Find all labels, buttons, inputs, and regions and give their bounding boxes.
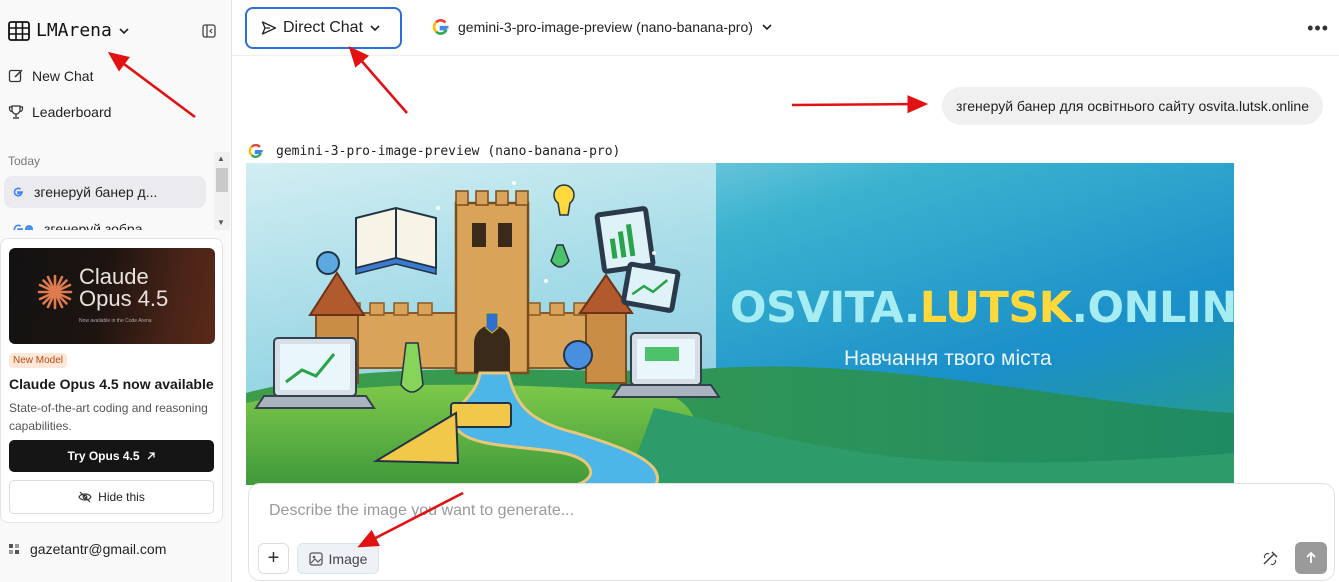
history-item[interactable]: згенеруй зобра: [4, 213, 206, 230]
arrow-up-icon: [1306, 551, 1316, 563]
history-scrollbar[interactable]: ▲ ▼: [214, 152, 230, 230]
history-item[interactable]: згенеруй банер д...: [4, 176, 206, 208]
hide-promo-label: Hide this: [98, 490, 145, 504]
collapse-sidebar-icon[interactable]: [202, 24, 216, 38]
scroll-down-icon[interactable]: ▼: [217, 218, 225, 227]
edit-icon: [8, 68, 24, 84]
user-message-bubble: згенеруй банер для освітнього сайту osvi…: [942, 87, 1323, 125]
eye-off-icon: [78, 491, 92, 503]
new-chat-label: New Chat: [32, 68, 94, 84]
history-item-label: згенеруй банер д...: [34, 184, 158, 200]
banner-title-part1: OSVITA.: [730, 283, 920, 333]
app-window: LMArena New Chat Leaderboard Today згене…: [0, 0, 1339, 582]
response-model-label: gemini-3-pro-image-preview (nano-banana-…: [248, 143, 620, 159]
section-today-label: Today: [8, 154, 41, 168]
account-email: gazetantr@gmail.com: [30, 541, 167, 557]
google-icon: [432, 18, 450, 36]
model-name: gemini-3-pro-image-preview (nano-banana-…: [458, 19, 753, 35]
banner-title-part2: LUTSK: [919, 283, 1072, 333]
trophy-icon: [8, 104, 24, 120]
promo-title: Claude Opus 4.5 now available: [9, 376, 214, 392]
image-mode-chip[interactable]: Image: [297, 543, 379, 574]
chevron-down-icon: [118, 25, 130, 37]
promo-image-subtitle: Now available in the Code Arena: [79, 318, 152, 324]
enhance-prompt-icon[interactable]: [1261, 548, 1281, 568]
chat-history-list: Today згенеруй банер д... згенеруй зобра: [0, 150, 231, 230]
image-icon: [308, 551, 323, 566]
try-opus-button[interactable]: Try Opus 4.5: [9, 440, 214, 472]
scroll-up-icon[interactable]: ▲: [217, 154, 225, 163]
arrow-up-right-icon: [146, 451, 156, 461]
model-selector[interactable]: gemini-3-pro-image-preview (nano-banana-…: [432, 18, 773, 36]
brand-menu[interactable]: LMArena: [8, 20, 130, 41]
promo-description: State-of-the-art coding and reasoning ca…: [9, 401, 208, 433]
chevron-down-icon: [369, 22, 381, 34]
history-item-label: згенеруй зобра: [44, 221, 143, 230]
avatar-icon: [8, 543, 20, 555]
main-area: Direct Chat gemini-3-pro-image-preview (…: [232, 0, 1339, 582]
new-model-badge: New Model: [9, 353, 68, 368]
mode-label: Direct Chat: [283, 19, 364, 36]
leaderboard-label: Leaderboard: [32, 104, 112, 120]
banner-title: OSVITA.LUTSK.ONLINE: [730, 283, 1234, 333]
claude-star-icon: [37, 274, 73, 310]
google-icon: [248, 143, 264, 159]
prompt-input[interactable]: Describe the image you want to generate.…: [269, 502, 574, 520]
promo-image-title-line2: Opus 4.5: [79, 286, 169, 311]
sidebar: LMArena New Chat Leaderboard Today згене…: [0, 0, 232, 582]
top-bar: Direct Chat gemini-3-pro-image-preview (…: [232, 0, 1339, 56]
leaderboard-button[interactable]: Leaderboard: [8, 104, 111, 120]
send-button[interactable]: [1295, 542, 1327, 574]
send-mode-icon: [261, 20, 277, 36]
prompt-composer[interactable]: Describe the image you want to generate.…: [248, 483, 1335, 581]
scroll-thumb[interactable]: [216, 168, 228, 192]
response-model-name: gemini-3-pro-image-preview (nano-banana-…: [276, 143, 621, 159]
hide-promo-button[interactable]: Hide this: [9, 480, 214, 514]
image-chip-label: Image: [328, 550, 368, 567]
promo-image-title: Claude Opus 4.5: [79, 266, 168, 310]
promo-image-title-line1: Claude: [79, 264, 149, 289]
try-opus-label: Try Opus 4.5: [67, 449, 140, 463]
google-icon: [12, 186, 24, 198]
promo-image: Claude Opus 4.5 Now available in the Cod…: [9, 248, 215, 344]
banner-title-part3: .ONLINE: [1071, 283, 1234, 333]
banner-subtitle: Навчання твого міста: [844, 347, 1052, 370]
brand-name: LMArena: [36, 20, 112, 41]
google-icon: [12, 223, 34, 230]
chevron-down-icon: [761, 21, 773, 33]
add-attachment-button[interactable]: +: [258, 543, 289, 574]
more-options-icon[interactable]: •••: [1307, 18, 1329, 39]
generated-banner-image[interactable]: OSVITA.LUTSK.ONLINE Навчання твого міста: [246, 163, 1234, 485]
grid-logo-icon: [8, 20, 30, 41]
mode-selector-button[interactable]: Direct Chat: [245, 7, 402, 49]
new-chat-button[interactable]: New Chat: [8, 68, 93, 84]
promo-card: Claude Opus 4.5 Now available in the Cod…: [0, 238, 223, 523]
account-menu[interactable]: gazetantr@gmail.com: [8, 541, 166, 557]
